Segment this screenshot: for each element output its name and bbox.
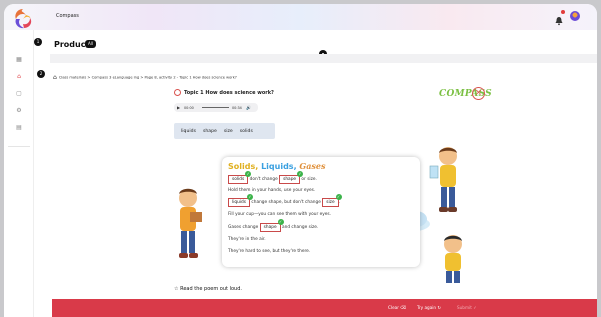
poem-card: Solids, Liquids, Gases solids ✓ don't cha… [222, 157, 420, 267]
poem-line: They're in the air. [228, 237, 266, 242]
poem-line: Hold them in your hands, use your eyes. [228, 188, 315, 193]
answer-box[interactable]: shape ✓ [279, 171, 304, 184]
answer-text: solids [232, 177, 245, 182]
poem-title: Solids, Liquids, Gases [228, 161, 326, 171]
check-icon: ✓ [335, 194, 342, 200]
word-bank-item[interactable]: size [224, 129, 233, 134]
activity-title-text: Topic 1 How does science work? [184, 90, 274, 96]
boy-pouring-water-illustration [429, 147, 457, 212]
eraser-icon: ⌫ [400, 305, 407, 310]
check-icon: ✓ [277, 219, 284, 225]
sidebar: ▦ ⌂ ▢ ⚙ ▤ [4, 30, 34, 317]
answer-text: shape [263, 225, 277, 230]
poem-text: Fill your cup—you can see them with your… [228, 212, 332, 217]
instruction-text: Read the poem out loud. [180, 286, 242, 292]
products-count-badge: All [85, 40, 96, 48]
app-window: Compass 1 ▾ 2 ▦ ⌂ ▢ ⚙ ▤ Products All ⌂Cl… [4, 4, 597, 317]
try-again-button[interactable]: Try again ↻ [417, 303, 441, 313]
play-icon[interactable]: ▶ [177, 105, 180, 110]
topic-icon [174, 89, 181, 96]
answer-box[interactable]: size ✓ [322, 194, 342, 207]
submit-button[interactable]: Submit ✓ [457, 303, 477, 313]
app-name: Compass [56, 13, 79, 19]
submit-label: Submit [457, 305, 472, 310]
refresh-icon: ↻ [437, 305, 441, 310]
action-footer: Clear ⌫ Try again ↻ Submit ✓ [52, 299, 597, 317]
answer-box[interactable]: shape ✓ [259, 219, 284, 232]
poem-line: They're hard to see, but they're there. [228, 249, 310, 254]
breadcrumb-text[interactable]: Class materials > Compass 3 eLanguage in… [59, 76, 237, 80]
home-icon[interactable]: ⌂ [15, 73, 23, 81]
poem-line: solids ✓ don't change shape ✓ or size. [228, 171, 317, 184]
poem-text: They're hard to see, but they're there. [228, 249, 311, 254]
volume-icon[interactable]: 🔊 [246, 105, 251, 110]
clear-label: Clear [388, 305, 399, 310]
home-breadcrumb-icon[interactable]: ⌂ [53, 74, 57, 81]
user-avatar[interactable] [570, 11, 580, 21]
close-button[interactable]: × [472, 87, 485, 100]
try-again-label: Try again [417, 305, 437, 310]
word-bank-item[interactable]: liquids [181, 129, 196, 134]
audio-total-time: 00:34 [232, 105, 242, 110]
step-badge-1: 1 [34, 38, 42, 46]
breadcrumb[interactable]: ⌂ Class materials > Compass 3 eLanguage i… [53, 74, 237, 81]
word-bank-item[interactable]: solids [240, 129, 253, 134]
top-bar: Compass [4, 4, 597, 30]
poem-title-gases: Gases [299, 161, 326, 171]
poem-text: change shape, but don't change [250, 200, 323, 205]
word-bank: liquids shape size solids [174, 123, 275, 139]
audio-progress-bar[interactable] [202, 107, 229, 108]
sub-toolbar [50, 54, 597, 63]
poem-text: They're in the air. [228, 237, 266, 242]
audio-current-time: 00:00 [184, 105, 194, 110]
poem-text: don't change [248, 177, 280, 182]
sidebar-divider [8, 146, 30, 147]
poem-line: liquids ✓ change shape, but don't change … [228, 194, 342, 207]
check-icon: ✓ [247, 194, 253, 200]
poem-text: Gases change [228, 225, 260, 230]
notification-bell-icon[interactable] [554, 10, 565, 26]
poem-text: . [338, 200, 340, 205]
clear-button[interactable]: Clear ⌫ [388, 303, 406, 313]
poem-line: Fill your cup—you can see them with your… [228, 212, 331, 217]
activity-title: Topic 1 How does science work? [174, 89, 274, 96]
boy-with-box-illustration [179, 188, 202, 258]
poem-line: Gases change shape ✓ and change size. [228, 219, 319, 232]
answer-text: liquids [232, 200, 246, 205]
step-badge-2: 2 [37, 70, 45, 78]
answer-box[interactable]: solids ✓ [228, 171, 252, 184]
app-logo[interactable] [11, 7, 35, 31]
word-bank-item[interactable]: shape [203, 129, 217, 134]
instruction: ☆ Read the poem out loud. [174, 286, 242, 292]
boy-blowing-illustration [444, 235, 462, 283]
check-icon: ✓ [473, 305, 477, 310]
grid-icon[interactable]: ▦ [15, 56, 23, 64]
settings-icon[interactable]: ⚙ [15, 107, 23, 115]
poem-title-solids: Solids, [228, 162, 259, 171]
answer-text: shape [283, 177, 297, 182]
document-icon[interactable]: ▢ [15, 90, 23, 98]
notification-dot [561, 10, 565, 14]
poem-text: Hold them in your hands, use your eyes. [228, 188, 316, 193]
folder-icon[interactable]: ▤ [15, 124, 23, 132]
activity-panel: Topic 1 How does science work? COMPASS ×… [52, 84, 597, 299]
poem-text: or size. [300, 177, 317, 182]
audio-player[interactable]: ▶ 00:00 00:34 🔊 [174, 103, 258, 112]
answer-text: size [326, 200, 335, 205]
poem-text: and change size. [280, 225, 319, 230]
poem-title-liquids: Liquids, [261, 162, 297, 171]
answer-box[interactable]: liquids ✓ [228, 194, 253, 207]
